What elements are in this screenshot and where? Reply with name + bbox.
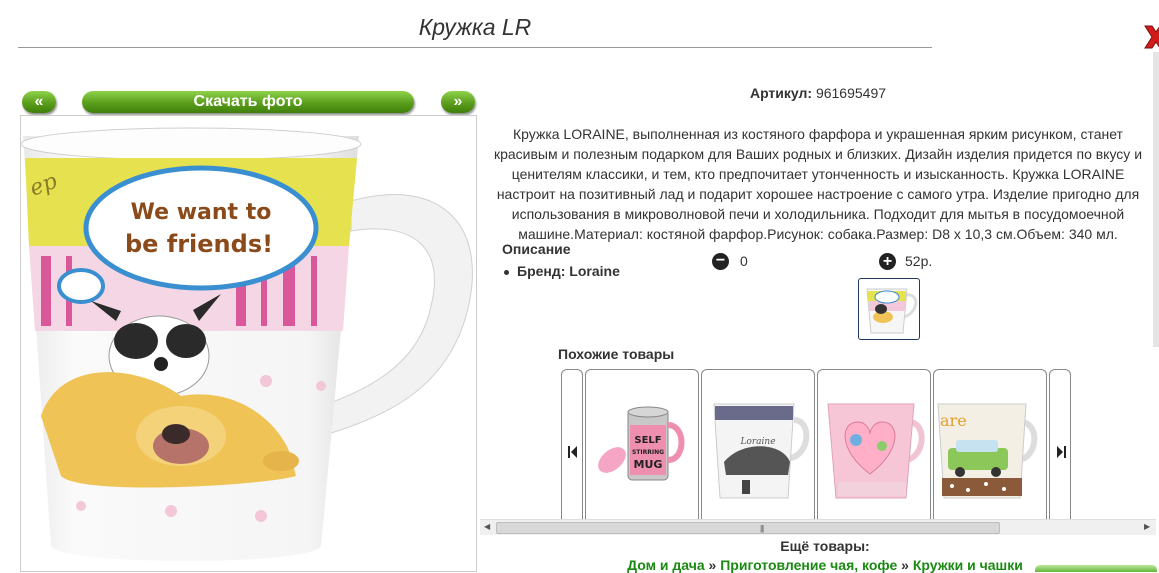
page-title: Кружка LR [418, 14, 532, 40]
title-divider [18, 47, 932, 48]
breadcrumb-link-mugs-cups[interactable]: Кружки и чашки [913, 557, 1023, 573]
mug-label-line1: SELF [634, 435, 661, 446]
mug-label-line3: MUG [634, 458, 663, 471]
similar-item[interactable]: are [933, 369, 1047, 520]
more-products-title: Ещё товары: [780, 538, 870, 554]
mug-label-line2: STIRRING [632, 449, 664, 456]
photo-next-button[interactable]: » [441, 91, 475, 113]
sku-value: 961695497 [815, 85, 887, 101]
mug-text-line1: We want to [131, 200, 272, 225]
mug-illustration: We want to be friends! ep [21, 127, 473, 561]
similar-item[interactable]: Loraine [701, 369, 815, 520]
car-mug-image: Loraine [713, 403, 810, 499]
breadcrumb-separator: » [708, 557, 717, 573]
close-x-icon [1144, 25, 1159, 49]
mug-label: Loraine [739, 437, 775, 447]
mug-label: are [940, 411, 967, 430]
bottom-green-tab[interactable] [1035, 565, 1157, 572]
carousel-scrollbar[interactable]: ◀ ||| ▶ [480, 519, 1156, 535]
retro-car-mug-image: are [937, 403, 1038, 499]
scroll-right-icon[interactable]: ▶ [1144, 522, 1150, 531]
mug-text-line2: be friends! [125, 230, 273, 258]
self-stirring-mug-image: SELF STIRRING MUG [598, 406, 685, 481]
quantity-increase-button[interactable]: + [879, 253, 896, 270]
breadcrumb-separator: » [901, 557, 909, 573]
scroll-left-icon[interactable]: ◀ [484, 522, 490, 531]
mug-thumbnail-image [866, 288, 918, 334]
brand-label: Бренд: [517, 263, 566, 279]
sku-label: Артикул: [749, 85, 813, 101]
similar-item[interactable] [817, 369, 931, 520]
skip-prev-icon [568, 446, 577, 458]
download-photo-button[interactable]: Скачать фото [82, 91, 414, 113]
breadcrumb-link-tea-coffee[interactable]: Приготовление чая, кофе [720, 557, 897, 573]
grip-icon: ||| [760, 524, 764, 533]
product-description: Кружка LORAINE, выполненная из костяного… [493, 126, 1143, 242]
vertical-scrollbar[interactable] [1153, 52, 1159, 347]
plus-circle-icon: + [882, 253, 893, 270]
carousel-prev-button[interactable] [561, 369, 583, 520]
bullet-icon [504, 269, 509, 275]
quantity-decrease-button[interactable]: − [712, 253, 729, 270]
photo-prev-button[interactable]: « [22, 91, 56, 113]
product-photo: We want to be friends! ep [20, 115, 477, 572]
similar-products-title: Похожие товары [558, 346, 675, 362]
brand-value: Loraine [569, 263, 620, 279]
close-button[interactable] [1141, 24, 1159, 50]
properties-list: Бренд: Loraine [504, 263, 620, 279]
product-thumbnail[interactable] [858, 278, 920, 340]
minus-circle-icon: − [715, 252, 726, 269]
quantity-value: 0 [740, 253, 748, 269]
sku: Артикул: 961695497 [478, 85, 1158, 101]
breadcrumb-link-home-garden[interactable]: Дом и дача [627, 557, 705, 573]
heart-mug-image [827, 403, 925, 499]
price: 52р. [905, 253, 933, 269]
skip-next-icon [1057, 446, 1066, 458]
similar-item[interactable]: SELF STIRRING MUG [585, 369, 699, 520]
properties-title: Описание [502, 241, 571, 257]
carousel-next-button[interactable] [1049, 369, 1071, 520]
scrollbar-thumb[interactable]: ||| [496, 522, 1000, 534]
